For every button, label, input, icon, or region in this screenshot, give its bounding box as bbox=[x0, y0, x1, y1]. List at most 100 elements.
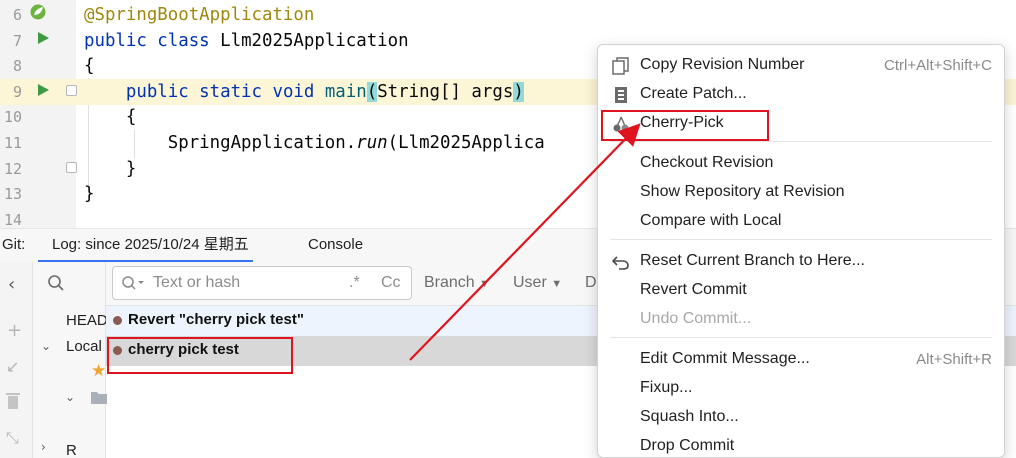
code-text: @SpringBootApplication bbox=[84, 2, 314, 28]
spring-bean-icon[interactable] bbox=[30, 4, 46, 20]
menu-item-label: Create Patch... bbox=[640, 85, 747, 102]
date-filter[interactable]: D bbox=[585, 274, 597, 292]
line-number: 10 bbox=[3, 108, 22, 127]
code-token: Llm2025Application bbox=[220, 30, 409, 51]
code-token: } bbox=[84, 184, 95, 205]
code-token: String[] args bbox=[377, 81, 514, 102]
star-icon: ★ bbox=[91, 361, 107, 381]
branch-local[interactable]: Local bbox=[66, 338, 102, 355]
line-number: 9 bbox=[12, 82, 22, 101]
menu-item-label: Fixup... bbox=[640, 379, 693, 396]
menu-item-label: Reset Current Branch to Here... bbox=[640, 252, 865, 269]
commit-message: Revert "cherry pick test" bbox=[128, 311, 304, 328]
search-icon[interactable] bbox=[47, 274, 65, 292]
menu-item-label: Undo Commit... bbox=[640, 310, 752, 327]
graph-node bbox=[113, 316, 122, 325]
line-number: 7 bbox=[12, 31, 22, 50]
chevron-right-icon[interactable]: › bbox=[41, 440, 46, 454]
fold-marker[interactable] bbox=[66, 85, 77, 96]
patch-icon bbox=[612, 86, 630, 104]
menu-item-label: Copy Revision Number bbox=[640, 56, 805, 73]
menu-item-reset-current-branch-to-here[interactable]: Reset Current Branch to Here... bbox=[598, 249, 1004, 277]
menu-item-show-repository-at-revision[interactable]: Show Repository at Revision bbox=[598, 180, 1004, 208]
code-token: { bbox=[84, 107, 137, 128]
menu-item-undo-commit: Undo Commit... bbox=[598, 307, 1004, 335]
code-token: @SpringBootApplication bbox=[84, 5, 315, 25]
menu-item-label: Compare with Local bbox=[640, 212, 782, 229]
annotation-box-commit bbox=[107, 337, 293, 374]
code-text: } bbox=[84, 156, 136, 182]
tab-log[interactable]: Log: since 2025/10/24 星期五 bbox=[38, 229, 253, 263]
search-placeholder: Text or hash bbox=[153, 274, 241, 291]
collapse-icon[interactable]: ‹ bbox=[8, 274, 15, 295]
run-icon[interactable] bbox=[36, 31, 52, 47]
branch-filter[interactable]: Branch ▼ bbox=[424, 274, 490, 292]
line-number: 11 bbox=[3, 134, 22, 152]
code-token: run bbox=[356, 133, 388, 153]
run-icon[interactable] bbox=[36, 83, 52, 99]
menu-separator bbox=[610, 141, 992, 142]
search-history-icon[interactable] bbox=[121, 275, 145, 291]
menu-separator bbox=[610, 337, 992, 338]
folder-icon bbox=[91, 390, 107, 404]
code-token: public class bbox=[84, 30, 221, 51]
menu-item-create-patch[interactable]: Create Patch... bbox=[598, 82, 1004, 110]
branch-head[interactable]: HEAD bbox=[66, 312, 108, 329]
code-token: main bbox=[324, 81, 367, 102]
user-filter[interactable]: User ▼ bbox=[513, 274, 562, 292]
menu-item-shortcut: Ctrl+Alt+Shift+C bbox=[884, 57, 992, 74]
menu-item-label: Checkout Revision bbox=[640, 154, 774, 171]
menu-item-fixup[interactable]: Fixup... bbox=[598, 376, 1004, 404]
menu-item-shortcut: Alt+Shift+R bbox=[916, 351, 992, 368]
code-token: } bbox=[84, 158, 137, 179]
menu-item-drop-commit[interactable]: Drop Commit bbox=[598, 434, 1004, 457]
menu-item-checkout-revision[interactable]: Checkout Revision bbox=[598, 151, 1004, 179]
log-search-input[interactable]: Text or hash .* Cc bbox=[112, 266, 412, 300]
code-token: SpringApplication. bbox=[84, 133, 357, 153]
delete-icon[interactable] bbox=[6, 392, 20, 410]
code-text: { bbox=[84, 53, 94, 79]
fold-marker[interactable] bbox=[66, 162, 77, 173]
chevron-down-icon[interactable]: ⌄ bbox=[41, 339, 51, 353]
log-side-toolbar: ‹ + ↙ ⤡ bbox=[0, 262, 33, 458]
annotation-box-cherry-pick bbox=[601, 110, 769, 141]
tab-console[interactable]: Console bbox=[308, 229, 363, 263]
code-token: ) bbox=[513, 81, 524, 102]
menu-item-compare-with-local[interactable]: Compare with Local bbox=[598, 209, 1004, 237]
git-label: Git: bbox=[2, 236, 26, 253]
code-text: SpringApplication.run(Llm2025Applica bbox=[84, 130, 545, 156]
menu-item-copy-revision-number[interactable]: Copy Revision Number Ctrl+Alt+Shift+C bbox=[598, 53, 1004, 81]
code-text: } bbox=[84, 181, 94, 207]
menu-item-label: Revert Commit bbox=[640, 281, 747, 298]
menu-item-label: Drop Commit bbox=[640, 437, 735, 454]
match-case-toggle[interactable]: Cc bbox=[381, 274, 401, 292]
undo-icon bbox=[611, 253, 630, 271]
checkout-arrow-icon[interactable]: ↙ bbox=[6, 357, 19, 376]
user-filter-label: User bbox=[513, 274, 547, 291]
branch-remote[interactable]: R bbox=[66, 442, 77, 458]
line-number: 8 bbox=[12, 57, 22, 76]
menu-item-squash-into[interactable]: Squash Into... bbox=[598, 405, 1004, 433]
chevron-down-icon[interactable]: ⌄ bbox=[65, 390, 75, 404]
code-text: public static void main(String[] args) bbox=[84, 79, 524, 105]
line-number: 6 bbox=[12, 6, 22, 24]
line-number: 12 bbox=[3, 159, 22, 178]
branch-filter-label: Branch bbox=[424, 274, 475, 291]
dropdown-arrow-icon: ▼ bbox=[551, 278, 563, 290]
add-icon[interactable]: + bbox=[7, 320, 22, 341]
menu-item-label: Edit Commit Message... bbox=[640, 350, 810, 367]
fetch-icon[interactable]: ⤡ bbox=[6, 428, 19, 448]
menu-item-revert-commit[interactable]: Revert Commit bbox=[598, 278, 1004, 306]
code-line[interactable]: 6 @SpringBootApplication bbox=[0, 2, 1016, 28]
menu-item-edit-commit-message[interactable]: Edit Commit Message... Alt+Shift+R bbox=[598, 347, 1004, 375]
code-text: public class Llm2025Application bbox=[84, 28, 409, 54]
menu-item-label: Squash Into... bbox=[640, 408, 739, 425]
menu-separator bbox=[610, 239, 992, 240]
code-token: public static void bbox=[125, 81, 325, 102]
branches-tree: HEAD ⌄ Local ★ ⌄ › R bbox=[33, 262, 108, 458]
code-token: { bbox=[84, 56, 95, 77]
regex-toggle[interactable]: .* bbox=[349, 274, 360, 292]
line-number: 13 bbox=[3, 185, 22, 204]
code-token: ( bbox=[366, 81, 378, 102]
